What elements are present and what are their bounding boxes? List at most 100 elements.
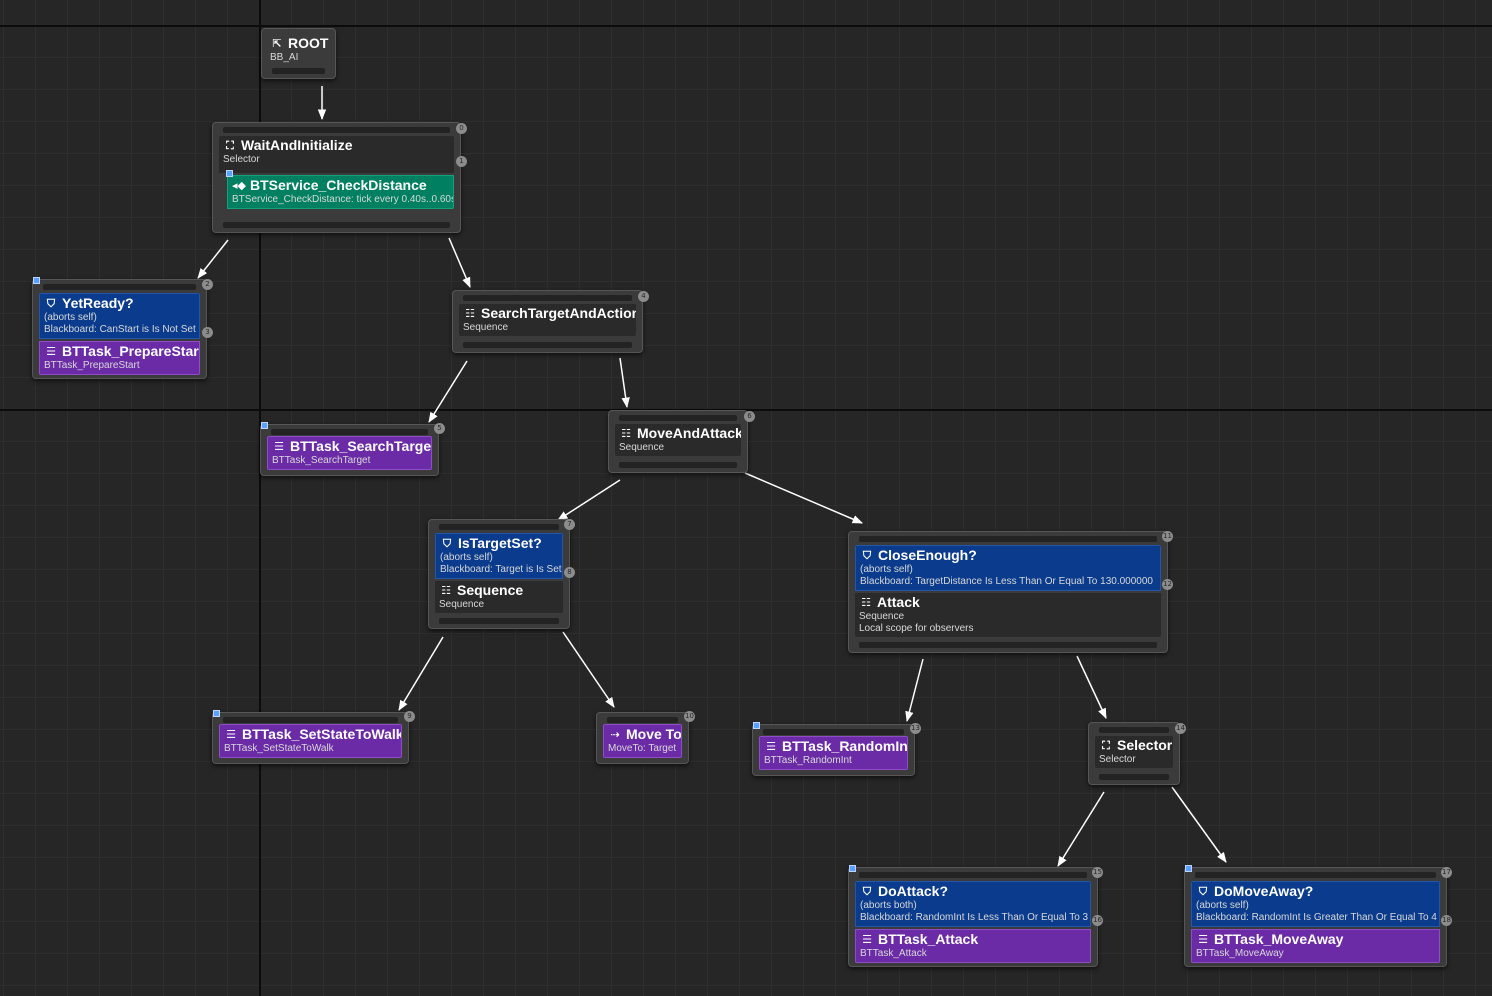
edge-closeenough-randomint [905,658,924,723]
search-target-node[interactable]: ☰ BTTask_SearchTarget BTTask_SearchTarget [260,424,439,476]
do-attack-decorator[interactable]: ⛉ DoAttack? (aborts both) Blackboard: Ran… [855,881,1091,927]
random-int-subtitle: BTTask_RandomInt [764,755,852,766]
close-enough-index: 11 [1162,531,1173,542]
close-enough-output-pin[interactable] [859,642,1157,648]
edge-selector-domoveaway [1171,786,1227,863]
attack-scope-note: Local scope for observers [859,623,974,634]
close-enough-decorator[interactable]: ⛉ CloseEnough? (aborts self) Blackboard: … [855,545,1161,591]
task-icon: ☰ [1198,933,1208,946]
wait-and-initialize-title: WaitAndInitialize [241,137,353,153]
set-state-to-walk-task[interactable]: ☰ BTTask_SetStateToWalk BTTask_SetStateTo… [219,724,402,758]
yet-ready-title: YetReady? [62,295,134,311]
set-state-to-walk-breakpoint-marker [213,710,220,717]
do-move-away-condition: Blackboard: RandomInt Is Greater Than Or… [1196,912,1437,923]
blackboard-decorator-icon: ⛉ [46,297,56,310]
root-output-pin[interactable] [272,68,325,74]
blackboard-decorator-icon: ⛉ [442,537,452,550]
search-target-and-action-composite: ☷ SearchTargetAndAction Sequence [459,304,636,336]
search-target-and-action-node[interactable]: ☷ SearchTargetAndAction Sequence [452,290,643,353]
yet-ready-node[interactable]: ⛉ YetReady? (aborts self) Blackboard: Can… [32,279,207,379]
task-icon: ☰ [766,740,776,753]
selector-icon: ⛶ [1102,739,1110,752]
edge-waitandinitialize-yetready [197,239,229,279]
close-enough-input-pin[interactable] [859,536,1157,542]
yet-ready-decorator-index: 3 [202,327,213,338]
do-attack-node[interactable]: ⛉ DoAttack? (aborts both) Blackboard: Ran… [848,867,1098,967]
root-title: ROOT [288,35,329,51]
selector-icon: ⛶ [226,139,234,152]
task-icon: ☰ [226,728,236,741]
do-move-away-title: DoMoveAway? [1214,883,1314,899]
yet-ready-decorator[interactable]: ⛉ YetReady? (aborts self) Blackboard: Can… [39,293,200,339]
search-target-and-action-title: SearchTargetAndAction [481,305,636,321]
attack-task[interactable]: ☰ BTTask_Attack BTTask_Attack [855,929,1091,963]
move-away-task[interactable]: ☰ BTTask_MoveAway BTTask_MoveAway [1191,929,1440,963]
is-target-set-condition: Blackboard: Target is Is Set [440,564,562,575]
attack-subtitle: Sequence [859,611,905,622]
edge-istargetset-moveto [562,631,615,708]
is-target-set-output-pin[interactable] [439,618,559,624]
move-and-attack-node[interactable]: ☷ MoveAndAttack Sequence [608,410,748,473]
do-move-away-input-pin[interactable] [1195,872,1436,878]
search-target-and-action-input-pin[interactable] [463,295,632,301]
selector-subtitle: Selector [1099,754,1136,765]
task-icon: ☰ [862,933,872,946]
do-move-away-decorator-index: 18 [1441,915,1452,926]
random-int-index: 13 [910,723,921,734]
search-target-and-action-index: 4 [638,291,649,302]
move-and-attack-output-pin[interactable] [619,462,737,468]
root-node[interactable]: ⇱ ROOT BB_AI [261,28,336,79]
set-state-to-walk-input-pin[interactable] [223,717,398,723]
attack-composite: ☷ Attack Sequence Local scope for observe… [855,593,1161,637]
bt-service-check-distance[interactable]: ◂◆ BTService_CheckDistance BTService_Chec… [227,175,454,209]
do-move-away-decorator[interactable]: ⛉ DoMoveAway? (aborts self) Blackboard: R… [1191,881,1440,927]
is-target-set-input-pin[interactable] [439,524,559,530]
do-attack-aborts: (aborts both) [860,900,917,911]
search-target-input-pin[interactable] [271,429,428,435]
do-attack-breakpoint-marker [849,865,856,872]
wait-and-initialize-node[interactable]: ⛶ WaitAndInitialize Selector ◂◆ BTService_… [212,122,461,233]
random-int-task[interactable]: ☰ BTTask_RandomInt BTTask_RandomInt [759,736,908,770]
selector-composite: ⛶ Selector Selector [1095,736,1173,768]
selector-input-pin[interactable] [1099,727,1169,733]
move-and-attack-input-pin[interactable] [619,415,737,421]
edge-istargetset-setstatetowalk [398,636,444,711]
attack-task-title: BTTask_Attack [878,931,979,947]
do-attack-input-pin[interactable] [859,872,1087,878]
prepare-start-task[interactable]: ☰ BTTask_PrepareStart BTTask_PrepareStart [39,341,200,375]
selector-title: Selector [1117,737,1173,753]
wait-and-initialize-input-pin[interactable] [223,127,450,133]
is-target-set-node[interactable]: ⛉ IsTargetSet? (aborts self) Blackboard: … [428,519,570,629]
is-target-set-decorator[interactable]: ⛉ IsTargetSet? (aborts self) Blackboard: … [435,533,563,579]
do-move-away-node[interactable]: ⛉ DoMoveAway? (aborts self) Blackboard: R… [1184,867,1447,967]
task-icon: ☰ [46,345,56,358]
yet-ready-input-pin[interactable] [43,284,196,290]
move-to-task[interactable]: ⇢ Move To MoveTo: Target [603,724,682,758]
random-int-node[interactable]: ☰ BTTask_RandomInt BTTask_RandomInt [752,724,915,776]
selector-node[interactable]: ⛶ Selector Selector [1088,722,1180,785]
sequence-icon: ☷ [861,596,871,609]
wait-and-initialize-composite: ⛶ WaitAndInitialize Selector [219,136,454,173]
move-and-attack-index: 6 [744,411,755,422]
wait-and-initialize-output-pin[interactable] [223,222,450,228]
random-int-input-pin[interactable] [763,729,904,735]
close-enough-condition: Blackboard: TargetDistance Is Less Than … [860,576,1153,587]
edge-moveandattack-closeenough [744,472,863,524]
is-target-set-index: 7 [564,519,575,530]
edge-moveandattack-istargetset [557,479,621,521]
move-to-node[interactable]: ⇢ Move To MoveTo: Target [596,712,689,764]
is-target-set-decorator-index: 8 [564,567,575,578]
search-target-task[interactable]: ☰ BTTask_SearchTarget BTTask_SearchTarget [267,436,432,470]
close-enough-node[interactable]: ⛉ CloseEnough? (aborts self) Blackboard: … [848,531,1168,653]
attack-task-subtitle: BTTask_Attack [860,948,927,959]
close-enough-decorator-index: 12 [1162,579,1173,590]
move-to-subtitle: MoveTo: Target [608,743,677,754]
move-and-attack-composite: ☷ MoveAndAttack Sequence [615,424,741,456]
edge-searchtargetandaction-moveandattack [619,357,630,409]
set-state-to-walk-node[interactable]: ☰ BTTask_SetStateToWalk BTTask_SetStateTo… [212,712,409,764]
selector-output-pin[interactable] [1099,774,1169,780]
search-target-title: BTTask_SearchTarget [290,438,432,454]
random-int-title: BTTask_RandomInt [782,738,908,754]
search-target-and-action-output-pin[interactable] [463,342,632,348]
move-to-input-pin[interactable] [607,717,678,723]
